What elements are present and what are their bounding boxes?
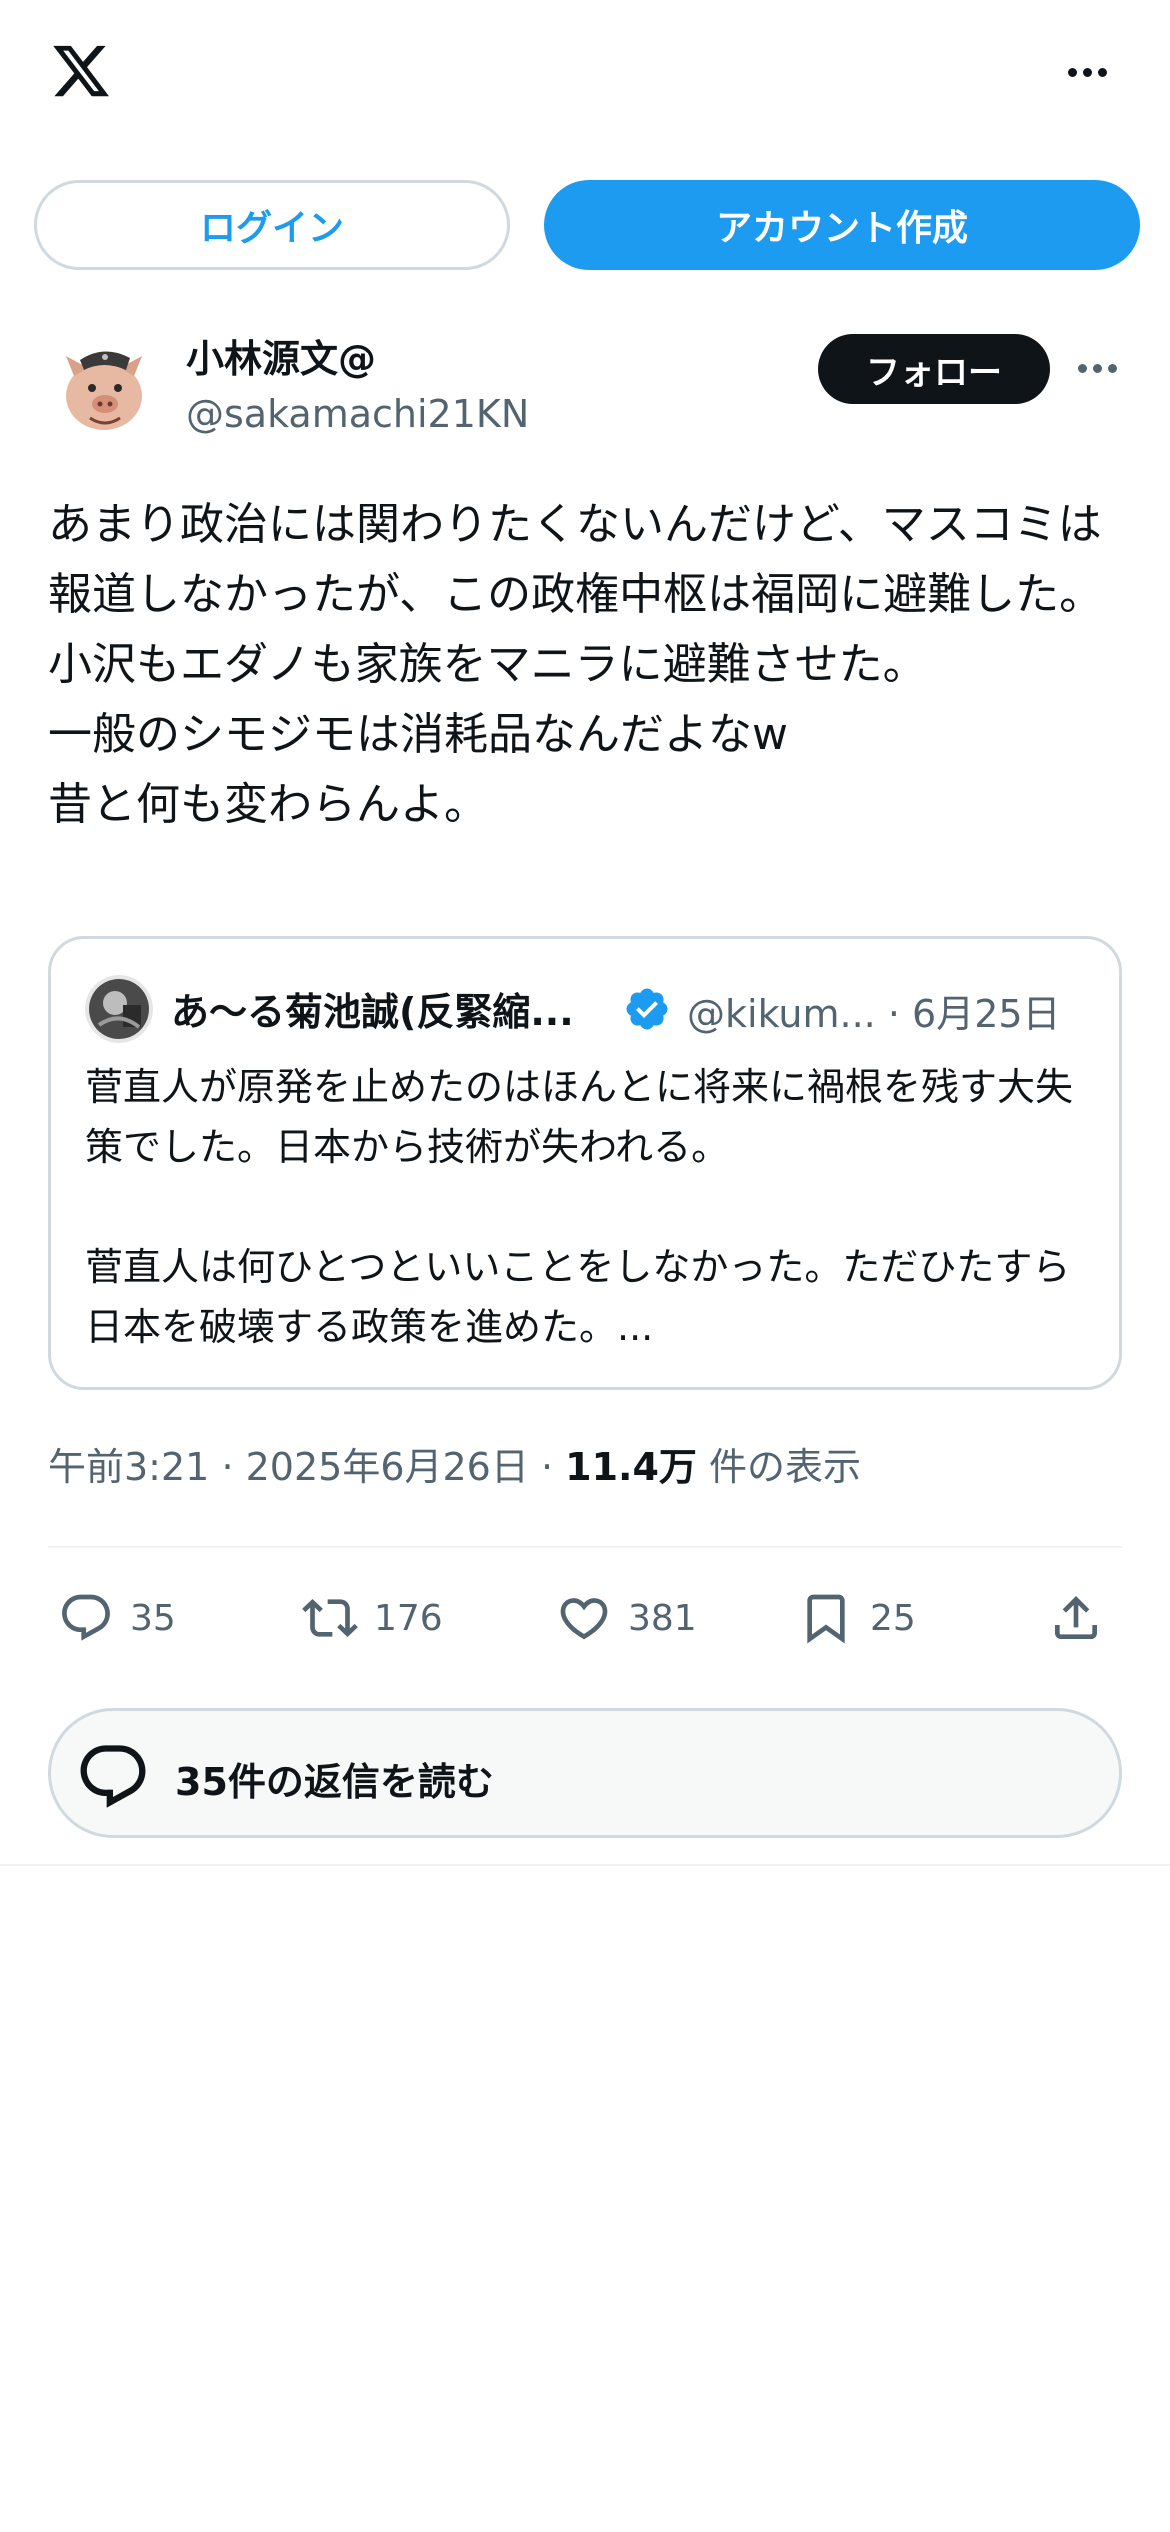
repost-count: 176 — [374, 1597, 443, 1639]
signup-button[interactable]: アカウント作成 — [544, 180, 1140, 270]
divider — [48, 1546, 1122, 1548]
read-replies-label: 35件の返信を読む — [175, 1760, 494, 1804]
share-icon — [1055, 1596, 1097, 1639]
top-bar — [0, 0, 1170, 150]
bookmark-button[interactable]: 25 — [798, 1578, 916, 1658]
heart-icon — [560, 1598, 608, 1640]
divider — [0, 1864, 1170, 1866]
like-count: 381 — [628, 1597, 697, 1639]
read-replies-button[interactable]: 35件の返信を読む — [48, 1708, 1122, 1838]
post-more-icon[interactable] — [1078, 360, 1122, 376]
more-options-icon[interactable] — [1068, 60, 1114, 84]
x-logo-icon[interactable] — [48, 40, 114, 102]
quoted-tweet-card[interactable]: あ〜る菊池誠(反緊縮... @kikum... · 6月25日 菅直人が原発を止… — [48, 936, 1122, 1390]
pig-avatar-icon — [48, 330, 160, 442]
login-button[interactable]: ログイン — [34, 180, 510, 270]
view-count: 11.4万 — [565, 1445, 697, 1489]
tweet-time[interactable]: 午前3:21 — [48, 1445, 209, 1489]
verified-badge-icon — [626, 988, 668, 1030]
quoted-tweet-text: 菅直人が原発を止めたのはほんとに将来に禍根を残す大失策でした。日本から技術が失わ… — [85, 1065, 1074, 1349]
tweet-date[interactable]: 2025年6月26日 — [246, 1445, 529, 1489]
bookmark-icon — [807, 1594, 845, 1644]
share-button[interactable] — [1048, 1578, 1104, 1658]
quoted-author-avatar — [85, 975, 153, 1043]
quoted-avatar-icon — [85, 975, 153, 1043]
tweet-page: ログイン アカウント作成 小林源文@ @sakamachi21KN フォロー あ… — [0, 0, 1170, 2532]
author-name[interactable]: 小林源文@ — [186, 328, 376, 383]
auth-buttons: ログイン アカウント作成 — [34, 180, 1140, 270]
author-handle[interactable]: @sakamachi21KN — [186, 392, 529, 436]
repost-button[interactable]: 176 — [302, 1578, 443, 1658]
quoted-meta: @kikum... · 6月25日 — [687, 983, 1061, 1038]
reply-count: 35 — [130, 1597, 176, 1639]
action-bar: 35 176 381 25 — [48, 1578, 1122, 1658]
tweet-meta: 午前3:21 · 2025年6月26日 · 11.4万 件の表示 — [48, 1436, 861, 1491]
tweet-text: あまり政治には関わりたくないんだけど、マスコミは報道しなかったが、この政権中枢は… — [48, 499, 1104, 830]
author-avatar[interactable] — [48, 330, 160, 442]
view-label: 件の表示 — [709, 1445, 862, 1489]
reply-icon — [62, 1594, 110, 1641]
quoted-date: 6月25日 — [912, 992, 1061, 1036]
quoted-handle: @kikum... — [687, 992, 876, 1036]
bookmark-count: 25 — [870, 1597, 916, 1639]
quoted-separator: · — [887, 992, 900, 1036]
quoted-author-name: あ〜る菊池誠(反緊縮... — [171, 990, 574, 1034]
meta-separator: · — [221, 1445, 234, 1489]
reply-button[interactable]: 35 — [58, 1578, 176, 1658]
speech-bubble-icon — [80, 1745, 146, 1808]
repost-icon — [302, 1599, 358, 1637]
follow-button[interactable]: フォロー — [818, 334, 1050, 404]
like-button[interactable]: 381 — [556, 1578, 697, 1658]
meta-separator: · — [540, 1445, 554, 1489]
